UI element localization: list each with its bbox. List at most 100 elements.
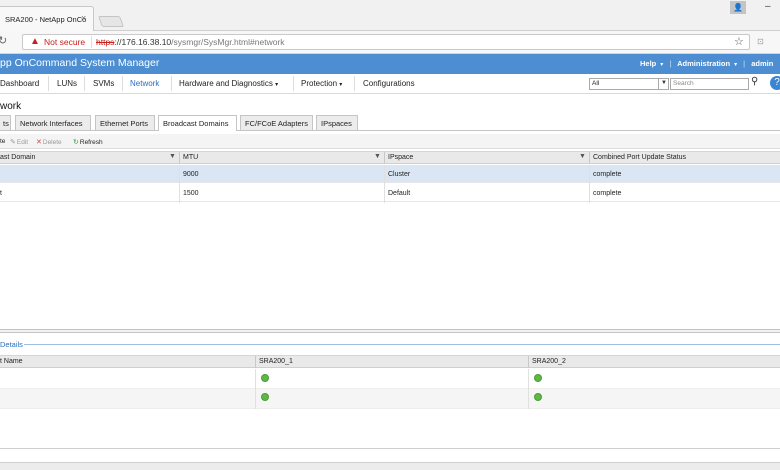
menu-network[interactable]: Network [130, 74, 159, 94]
column-header-name[interactable]: t Name [0, 358, 23, 365]
column-header-status[interactable]: Combined Port Update Status [593, 154, 686, 161]
column-header-ipspace[interactable]: IPspace [388, 154, 413, 161]
tab-ethernet-ports[interactable]: Ethernet Ports [95, 115, 155, 130]
tab-broadcast-domains[interactable]: Broadcast Domains [158, 115, 237, 131]
app-title: pp OnCommand System Manager [0, 57, 160, 69]
column-divider [589, 165, 590, 203]
refresh-button[interactable]: ↻Refresh [73, 138, 103, 146]
cell-ipspace: Default [388, 190, 411, 197]
user-menu[interactable]: admin [751, 59, 773, 68]
menu-protection[interactable]: Protection ▾ [301, 74, 342, 94]
status-ok-icon [534, 374, 542, 382]
edit-button[interactable]: ✎Edit [10, 138, 28, 146]
refresh-label: Refresh [79, 139, 103, 146]
filter-select[interactable]: All [589, 78, 669, 90]
help-icon[interactable]: ? [770, 76, 780, 90]
not-secure-label[interactable]: Not secure [44, 37, 85, 47]
dropdown-arrow-icon[interactable]: ▼ [658, 78, 669, 90]
edit-label: Edit [16, 139, 29, 146]
column-header-domain[interactable]: ast Domain [0, 154, 35, 161]
details-title[interactable]: Details [0, 340, 23, 349]
menu-hardware[interactable]: Hardware and Diagnostics ▾ [179, 74, 278, 94]
column-header-node1[interactable]: SRA200_1 [259, 358, 293, 365]
status-ok-icon [261, 374, 269, 382]
table-row[interactable] [0, 389, 780, 409]
minimize-icon[interactable]: – [765, 1, 771, 12]
menu-configurations[interactable]: Configurations [363, 74, 415, 94]
filter-icon[interactable]: ▼ [579, 153, 586, 160]
column-divider [255, 356, 256, 368]
filter-icon[interactable]: ▼ [374, 153, 381, 160]
filter-icon[interactable]: ▼ [169, 153, 176, 160]
menu-separator [293, 76, 294, 91]
browser-tab-title: SRA200 - NetApp OnCo [5, 15, 87, 24]
column-divider [384, 165, 385, 203]
search-icon[interactable]: ⚲ [751, 76, 758, 87]
tab-fc-fcoe-adapters[interactable]: FC/FCoE Adapters [240, 115, 313, 130]
delete-label: Delete [42, 139, 62, 146]
cell-status: complete [593, 171, 622, 178]
menu-separator [48, 76, 49, 91]
column-divider [255, 369, 256, 409]
column-divider [528, 369, 529, 409]
search-input[interactable]: Search [670, 78, 749, 90]
status-bar [0, 462, 780, 470]
warning-icon[interactable]: ▲ [30, 36, 40, 47]
tab-network-interfaces[interactable]: Network Interfaces [15, 115, 91, 130]
menu-dashboard[interactable]: Dashboard [0, 74, 39, 94]
bottom-divider [0, 448, 780, 449]
url-path: /sysmgr/SysMgr.html#network [171, 37, 285, 47]
browser-tab[interactable]: SRA200 - NetApp OnCo [0, 6, 94, 32]
menu-svms[interactable]: SVMs [93, 74, 114, 94]
menu-separator [122, 76, 123, 91]
column-divider [179, 152, 180, 164]
help-caret-icon: ▾ [660, 62, 664, 68]
column-header-mtu[interactable]: MTU [183, 154, 198, 161]
page-title: work [0, 101, 22, 112]
column-divider [528, 356, 529, 368]
cell-ipspace: Cluster [388, 171, 411, 178]
status-ok-icon [261, 393, 269, 401]
action-bar [0, 134, 780, 149]
url-text[interactable]: https://176.16.38.10/sysmgr/SysMgr.html#… [96, 37, 285, 47]
menu-separator [171, 76, 172, 91]
delete-icon: ✕ [36, 139, 42, 146]
bookmark-star-icon[interactable]: ☆ [734, 35, 744, 48]
subtab-baseline [0, 130, 780, 131]
menu-luns[interactable]: LUNs [57, 74, 77, 94]
column-header-node2[interactable]: SRA200_2 [532, 358, 566, 365]
divider: | [669, 59, 672, 68]
pane-splitter[interactable] [0, 329, 780, 333]
status-ok-icon [534, 393, 542, 401]
administration-caret-icon: ▾ [734, 62, 738, 68]
top-links: Help▾ | Administration▾ | admin | Si [640, 59, 780, 68]
help-menu[interactable]: Help [640, 59, 656, 68]
column-divider [384, 152, 385, 164]
tab-close-icon[interactable]: × [81, 13, 86, 23]
administration-menu[interactable]: Administration [677, 59, 730, 68]
delete-button[interactable]: ✕Delete [36, 138, 62, 146]
tab-subnets[interactable]: ts [0, 115, 11, 130]
new-tab-button[interactable] [97, 16, 125, 27]
menu-separator [84, 76, 85, 91]
table-row[interactable] [0, 369, 780, 389]
cell-mtu: 9000 [183, 171, 199, 178]
menu-separator [354, 76, 355, 91]
edit-icon: ✎ [10, 139, 16, 146]
cell-status: complete [593, 190, 622, 197]
extension-icon[interactable]: ⊡ [757, 37, 764, 46]
address-divider [91, 36, 92, 48]
details-divider [24, 344, 780, 345]
reload-icon[interactable]: ↻ [0, 34, 7, 47]
menu-hardware-label: Hardware and Diagnostics [179, 79, 273, 88]
url-host: ://176.16.38.10 [114, 37, 172, 47]
profile-icon[interactable]: 👤 [730, 1, 746, 14]
cell-mtu: 1500 [183, 190, 199, 197]
tab-ipspaces[interactable]: IPspaces [316, 115, 358, 130]
column-divider [179, 165, 180, 203]
url-scheme: https [96, 37, 115, 47]
create-button[interactable]: te [0, 138, 5, 145]
refresh-icon: ↻ [73, 139, 79, 146]
divider: | [743, 59, 746, 68]
cell-domain: t [0, 190, 2, 197]
